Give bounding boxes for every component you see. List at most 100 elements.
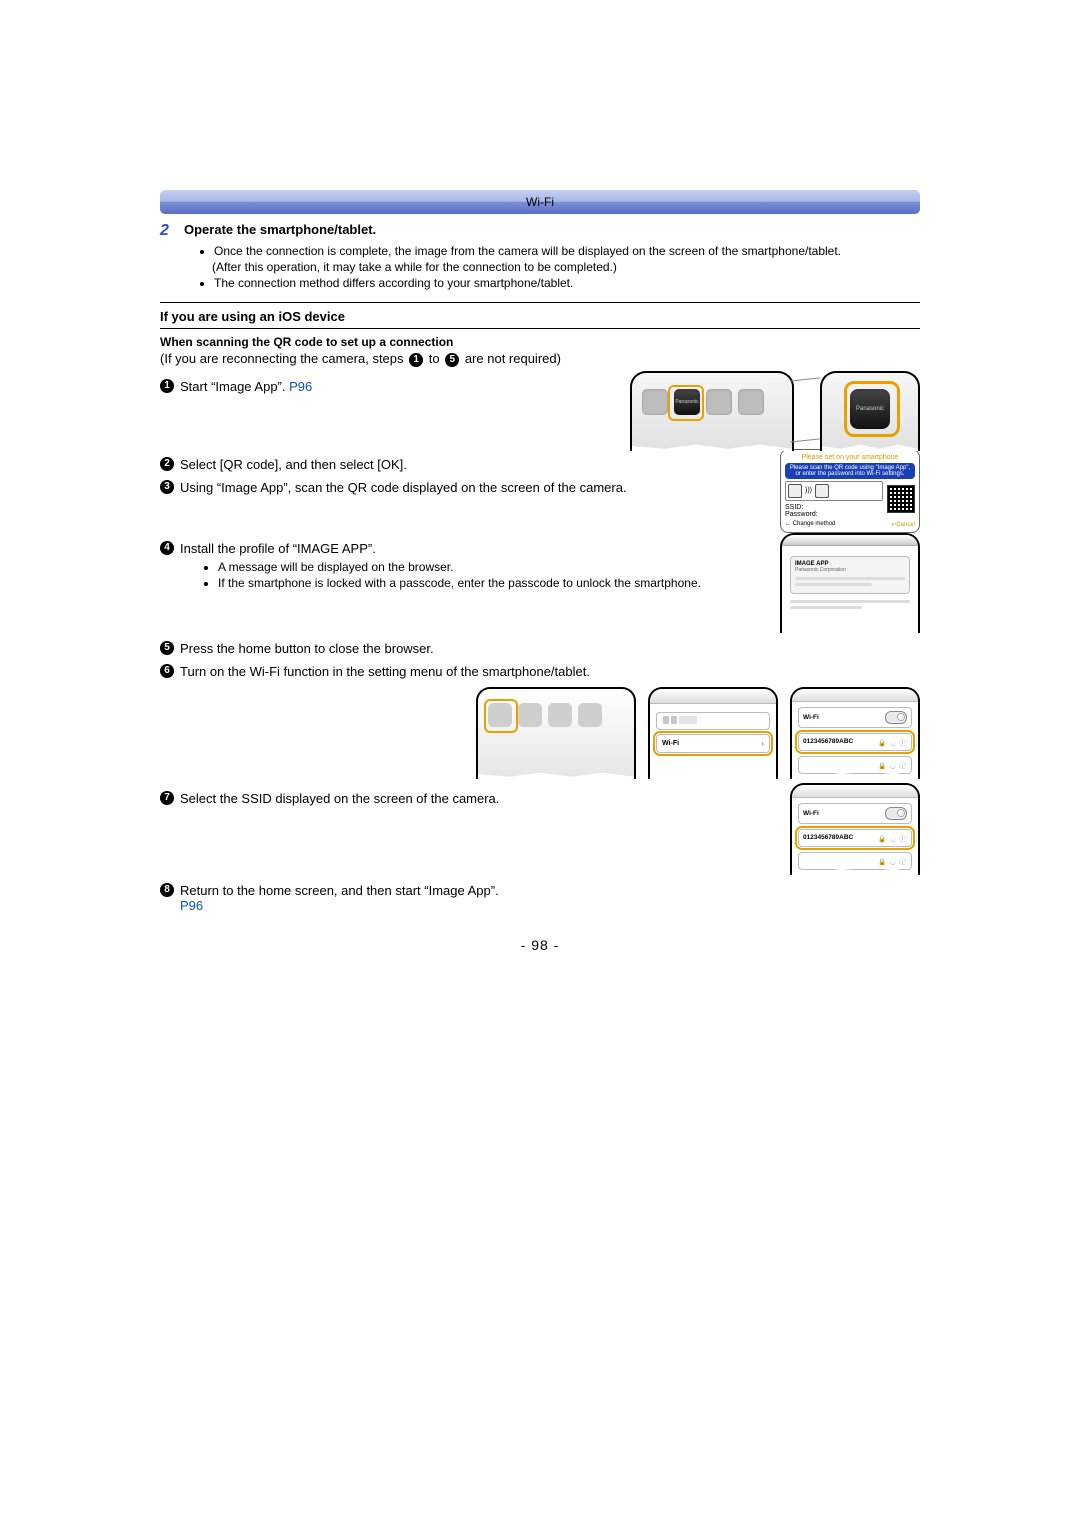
camera-icon (788, 484, 802, 498)
circled-number-icon: 5 (160, 641, 174, 655)
circled-1-icon: 1 (409, 353, 423, 367)
ssid-value: 0123456789ABC (803, 834, 853, 841)
page-ref-link[interactable]: P96 (180, 898, 203, 913)
note-item: If the smartphone is locked with a passc… (218, 576, 768, 590)
circled-number-icon: 8 (160, 883, 174, 897)
ssid-value: 0123456789ABC (803, 738, 853, 745)
note-item: (After this operation, it may take a whi… (212, 260, 920, 274)
phone-zoom: Panasonic (820, 371, 920, 451)
figure-home-screen (476, 687, 636, 779)
substep-4-notes: A message will be displayed on the brows… (178, 560, 768, 590)
page-ref-link[interactable]: P96 (289, 379, 312, 394)
info-icon: ⓘ (900, 740, 908, 747)
figure-settings-list: Wi-Fi › (648, 687, 778, 779)
step-title: Operate the smartphone/tablet. (184, 222, 376, 237)
app-placeholder-icon (548, 703, 572, 727)
app-placeholder-icon (642, 389, 668, 415)
circled-5-icon: 5 (445, 353, 459, 367)
figure-wifi-select: Wi-Fi 0123456789ABC 🔒 ◡ ⓘ 🔒 ◡ ⓘ (790, 783, 920, 875)
wifi-signal-icon: ◡ (890, 836, 897, 843)
substep-6: 6 Turn on the Wi-Fi function in the sett… (160, 664, 920, 679)
profile-vendor: Panasonic Corporation (795, 567, 905, 573)
highlight-box (844, 381, 900, 437)
circled-number-icon: 3 (160, 480, 174, 494)
substep-3: 3 Using “Image App”, scan the QR code di… (160, 480, 768, 495)
circled-number-icon: 4 (160, 541, 174, 555)
app-placeholder-icon (706, 389, 732, 415)
reconnect-note: (If you are reconnecting the camera, ste… (160, 351, 920, 367)
lock-icon: 🔒 (878, 763, 887, 770)
phone-icon (815, 484, 829, 498)
figure-wifi-list: Wi-Fi 0123456789ABC 🔒 ◡ ⓘ 🔒 ◡ ⓘ (790, 687, 920, 779)
wifi-signal-icon: ◡ (890, 740, 897, 747)
circled-number-icon: 2 (160, 457, 174, 471)
note-item: The connection method differs according … (214, 276, 920, 290)
app-placeholder-icon (578, 703, 602, 727)
dialog-instruction: Please scan the QR code using "Image App… (785, 463, 915, 479)
divider (160, 328, 920, 329)
app-placeholder-icon (518, 703, 542, 727)
wifi-label: Wi-Fi (803, 810, 819, 817)
page-number: - 98 - (160, 937, 920, 953)
figure-phone-with-app: Panasonic Panasonic (630, 371, 920, 449)
ssid-row-other: 🔒 ◡ ⓘ (798, 756, 912, 774)
step-number: 2 (160, 222, 184, 240)
ssid-row-other: 🔒 ◡ ⓘ (798, 852, 912, 870)
wifi-toggle-row: Wi-Fi (798, 803, 912, 824)
wifi-signal-icon: ◡ (890, 763, 897, 770)
ssid-row: 0123456789ABC 🔒 ◡ ⓘ (798, 733, 912, 751)
divider (160, 302, 920, 303)
settings-section (656, 712, 770, 730)
substep-5: 5 Press the home button to close the bro… (160, 641, 920, 656)
step-text: Select [QR code], and then select [OK]. (180, 457, 768, 472)
substep-7: 7 Select the SSID displayed on the scree… (160, 791, 778, 806)
circled-number-icon: 1 (160, 379, 174, 393)
wifi-label: Wi-Fi (803, 714, 819, 721)
phone-outline: Panasonic (630, 371, 794, 451)
step-text: Install the profile of “IMAGE APP”. (180, 541, 768, 556)
toggle-icon (885, 711, 907, 724)
text: are not required) (461, 351, 561, 366)
step-2: 2 Operate the smartphone/tablet. (160, 222, 920, 240)
ssid-row: 0123456789ABC 🔒 ◡ ⓘ (798, 829, 912, 847)
back-icon: ← (785, 521, 791, 527)
step-text: Using “Image App”, scan the QR code disp… (180, 480, 768, 495)
step-text: Return to the home screen, and then star… (180, 883, 499, 898)
step-text: Press the home button to close the brows… (180, 641, 920, 656)
step-text: Start “Image App”. (180, 379, 289, 394)
circled-number-icon: 7 (160, 791, 174, 805)
lock-icon: 🔒 (878, 836, 887, 843)
lock-icon: 🔒 (878, 740, 887, 747)
ios-heading: If you are using an iOS device (160, 309, 920, 324)
dialog-title: Please set on your smartphone (785, 454, 915, 461)
substep-4: 4 Install the profile of “IMAGE APP”. (160, 541, 768, 556)
highlight-box (484, 699, 518, 733)
note-item: A message will be displayed on the brows… (218, 560, 768, 574)
password-label: Password: (785, 511, 883, 518)
info-icon: ⓘ (900, 836, 908, 843)
section-header: Wi-Fi (160, 190, 920, 214)
camera-phone-icons: ))) (785, 481, 883, 501)
figure-camera-dialog: Please set on your smartphone Please sca… (780, 449, 920, 533)
info-icon: ⓘ (900, 763, 908, 770)
text: Cancel (896, 522, 915, 528)
leader-line (790, 377, 820, 442)
toggle-icon (885, 807, 907, 820)
wifi-label: Wi-Fi (662, 740, 679, 747)
step-2-notes: Once the connection is complete, the ima… (174, 244, 920, 290)
substep-8: 8 Return to the home screen, and then st… (160, 883, 920, 913)
app-placeholder-icon (738, 389, 764, 415)
wifi-menu-row: Wi-Fi › (656, 734, 770, 753)
step-text: Turn on the Wi-Fi function in the settin… (180, 664, 920, 679)
wifi-waves-icon: ))) (805, 487, 812, 494)
ssid-label: SSID: (785, 504, 883, 511)
note-item: Once the connection is complete, the ima… (214, 244, 920, 258)
highlight-box (668, 385, 704, 421)
substep-2: 2 Select [QR code], and then select [OK]… (160, 457, 768, 472)
qr-subheading: When scanning the QR code to set up a co… (160, 335, 920, 349)
circled-number-icon: 6 (160, 664, 174, 678)
qr-code-icon (887, 485, 915, 513)
change-method-label: ← Change method (785, 521, 835, 528)
text: Change method (793, 521, 836, 527)
substep-1: 1 Start “Image App”. P96 (160, 379, 618, 394)
